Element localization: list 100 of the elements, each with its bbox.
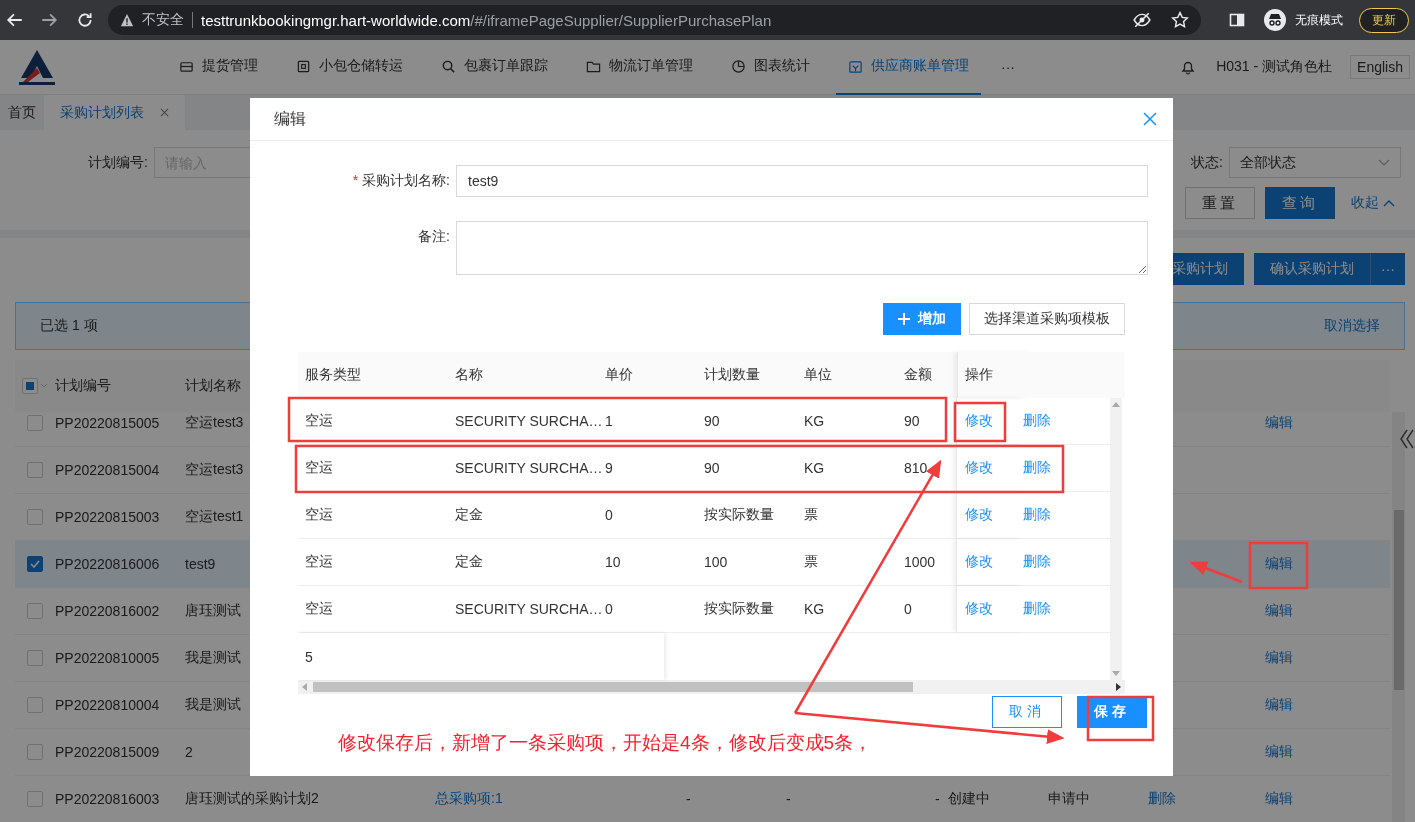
row-checkbox[interactable]: [27, 697, 43, 713]
scrollbar[interactable]: [1392, 412, 1405, 822]
edit-link[interactable]: 修改: [965, 600, 993, 618]
table-cell-text: 按实际数量: [704, 600, 775, 618]
table-cell: -: [935, 791, 940, 807]
table-link[interactable]: 删除: [1148, 790, 1176, 808]
collapse-link[interactable]: 收起: [1345, 193, 1401, 213]
table-cell-text: 票: [804, 506, 819, 524]
nav-item[interactable]: 小包仓储转运: [284, 39, 415, 95]
table-cell-text: 100: [704, 554, 729, 570]
plan-name-field[interactable]: test9: [456, 165, 1148, 197]
edit-link[interactable]: 修改: [965, 459, 993, 477]
sidebar-icon[interactable]: [1229, 12, 1245, 28]
table-cell: 我是测试: [185, 649, 241, 667]
delete-link[interactable]: 删除: [1023, 506, 1051, 524]
table-cell: PP20220810005: [55, 650, 160, 666]
table-cell: PP20220815009: [55, 744, 160, 760]
more-menu[interactable]: ···: [1001, 59, 1015, 75]
scroll-down-icon[interactable]: [1112, 671, 1120, 676]
address-bar[interactable]: 不安全 testtrunkbookingmgr.hart-worldwide.com/#/iframePageSupplier/SupplierPurchasePlan: [108, 5, 1201, 35]
bell-icon[interactable]: [1180, 59, 1197, 75]
table-link[interactable]: 编辑: [1265, 649, 1293, 667]
pie-chart-icon: [731, 58, 746, 74]
scroll-up-icon[interactable]: [1112, 402, 1120, 407]
nav-item[interactable]: 物流订单管理: [574, 39, 705, 95]
field-label: 计划编号:: [88, 153, 148, 172]
edit-link[interactable]: 修改: [965, 506, 993, 524]
table-link[interactable]: 总采购项:1: [435, 790, 503, 808]
close-icon[interactable]: [160, 108, 169, 117]
check-icon: [30, 560, 40, 568]
delete-link[interactable]: 删除: [1023, 553, 1051, 571]
eye-off-icon[interactable]: [1133, 11, 1151, 29]
arrow: [1189, 561, 1243, 584]
security-label: 不安全: [142, 11, 184, 29]
cancel-button[interactable]: 取消: [992, 696, 1062, 728]
table-link[interactable]: 编辑: [1265, 790, 1293, 808]
row-checkbox[interactable]: [27, 415, 43, 431]
status-select[interactable]: 全部状态: [1229, 147, 1401, 178]
save-button[interactable]: 保存: [1077, 696, 1147, 728]
horizontal-scrollbar[interactable]: [298, 680, 1125, 694]
page-tab[interactable]: 采购计划列表: [44, 95, 185, 130]
table-cell-text: 空运: [305, 506, 334, 524]
table-cell-text: 810: [904, 460, 929, 476]
edit-link[interactable]: 修改: [965, 553, 993, 571]
scrollbar[interactable]: [1110, 398, 1122, 680]
delete-link[interactable]: 删除: [1023, 600, 1051, 618]
table-cell-text: KG: [804, 601, 826, 617]
table-cell-text: 90: [704, 460, 721, 476]
nav-item[interactable]: 包裹订单跟踪: [429, 39, 560, 95]
annotation-note: 修改保存后，新增了一条采购项，开始是4条，修改后变成5条，: [338, 731, 874, 755]
user-name[interactable]: H031 - 测试角色杜: [1216, 58, 1333, 76]
scroll-left-icon[interactable]: [302, 683, 307, 691]
chevron-down-icon: [1378, 158, 1390, 167]
column-header: 服务类型: [305, 366, 362, 384]
forward-icon[interactable]: [40, 11, 58, 29]
column-header: 单价: [605, 366, 634, 384]
table-link[interactable]: 编辑: [1265, 696, 1293, 714]
table-cell: 我是测试: [185, 696, 241, 714]
star-icon[interactable]: [1171, 11, 1189, 29]
delete-link[interactable]: 删除: [1023, 459, 1051, 477]
scroll-right-icon[interactable]: [1116, 683, 1121, 691]
total-count: 5: [305, 648, 313, 665]
template-button[interactable]: 选择渠道采购项模板: [969, 303, 1125, 335]
nav-item[interactable]: 图表统计: [719, 39, 822, 95]
table-link[interactable]: 编辑: [1265, 743, 1293, 761]
column-header: 名称: [455, 366, 484, 384]
page-tab[interactable]: 首页: [0, 95, 44, 130]
language-button[interactable]: English: [1350, 55, 1410, 79]
table-link[interactable]: 编辑: [1265, 414, 1293, 432]
field-label: 备注:: [417, 227, 450, 246]
clear-selection-link[interactable]: 取消选择: [1324, 317, 1380, 335]
row-checkbox[interactable]: [27, 603, 43, 619]
row-checkbox[interactable]: [27, 744, 43, 760]
table-cell-text: SECURITY SURCHA…: [455, 460, 604, 476]
nav-item[interactable]: 提货管理: [167, 39, 270, 95]
row-checkbox[interactable]: [27, 462, 43, 478]
reload-icon[interactable]: [76, 11, 94, 29]
reset-button[interactable]: 重置: [1185, 187, 1255, 219]
delete-link[interactable]: 删除: [1023, 412, 1051, 430]
search-button[interactable]: 查询: [1265, 187, 1335, 219]
close-button[interactable]: [1143, 112, 1157, 126]
incognito-icon[interactable]: [1263, 8, 1287, 32]
row-checkbox[interactable]: [27, 650, 43, 666]
row-checkbox[interactable]: [27, 509, 43, 525]
add-button[interactable]: 增加: [883, 303, 961, 335]
search-icon: [441, 58, 456, 74]
confirm-plan-button[interactable]: 确认采购计划: [1254, 253, 1370, 285]
update-button[interactable]: 更新: [1359, 7, 1409, 33]
back-icon[interactable]: [6, 11, 24, 29]
table-link[interactable]: 编辑: [1265, 555, 1293, 573]
row-checkbox[interactable]: [27, 556, 43, 572]
select-all-checkbox[interactable]: [22, 378, 38, 394]
edit-link[interactable]: 修改: [965, 412, 993, 430]
more-button[interactable]: ···: [1370, 253, 1405, 285]
row-checkbox[interactable]: [27, 791, 43, 807]
double-chevron-icon[interactable]: [1399, 428, 1415, 450]
remark-field[interactable]: [456, 221, 1148, 275]
table-cell: -: [786, 791, 791, 807]
table-link[interactable]: 编辑: [1265, 602, 1293, 620]
table-cell: test9: [185, 556, 216, 572]
